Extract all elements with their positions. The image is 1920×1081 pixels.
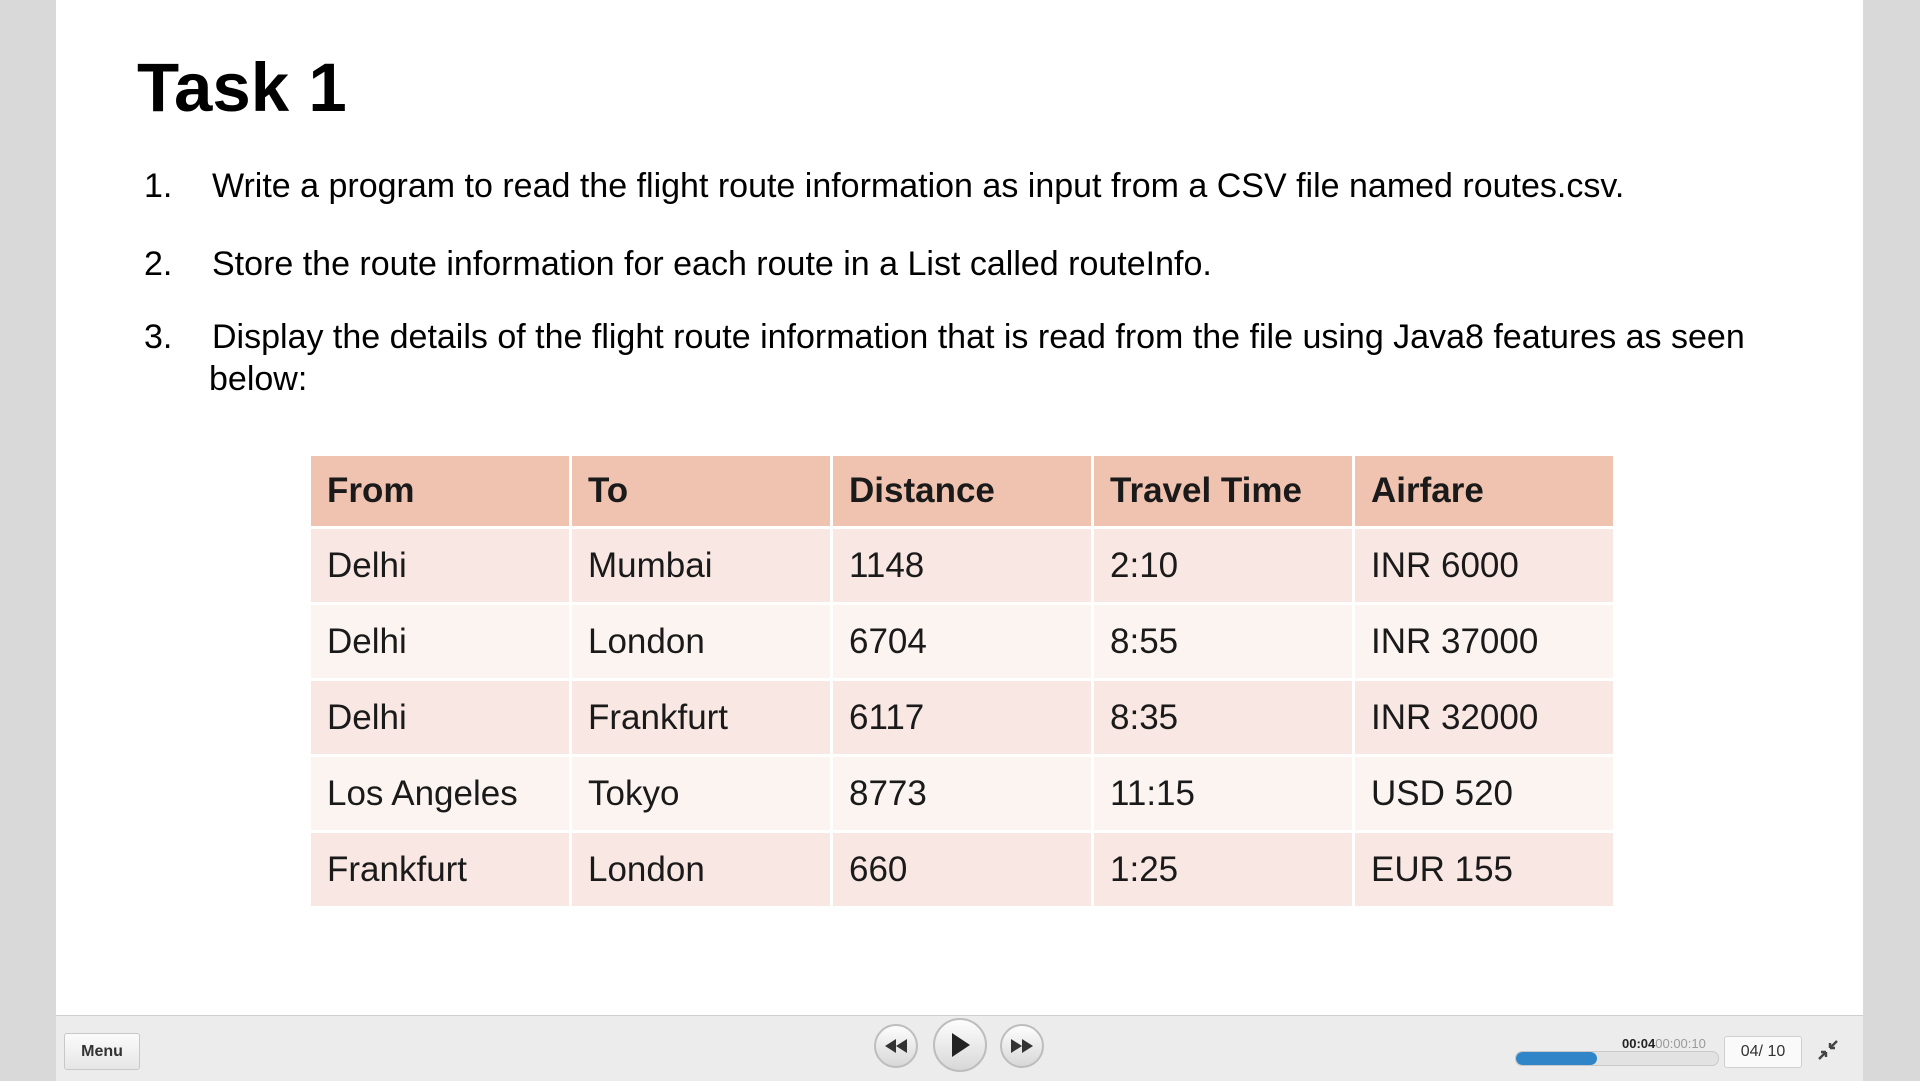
play-icon [952, 1033, 970, 1057]
time-current: 00:04 [1622, 1036, 1656, 1051]
table-cell: Tokyo [572, 754, 830, 830]
routes-table: From To Distance Travel Time Airfare Del… [308, 456, 1616, 906]
column-header-travel-time: Travel Time [1094, 456, 1352, 526]
time-total: 00:00:10 [1655, 1036, 1706, 1051]
column-header-to: To [572, 456, 830, 526]
table-cell: 11:15 [1094, 754, 1352, 830]
table-cell: USD 520 [1355, 754, 1613, 830]
collapse-icon [1818, 1040, 1838, 1060]
collapse-button[interactable] [1815, 1037, 1841, 1063]
table-cell: London [572, 830, 830, 906]
task-number: 1. [144, 167, 173, 205]
table-cell: 1:25 [1094, 830, 1352, 906]
table-cell: Delhi [311, 678, 569, 754]
task-text: Store the route information for each rou… [212, 245, 1212, 283]
table-cell: Frankfurt [572, 678, 830, 754]
slide-title: Task 1 [137, 49, 347, 126]
slide: Task 1 1. Write a program to read the fl… [56, 0, 1863, 1015]
table-cell: Mumbai [572, 526, 830, 602]
table-cell: Delhi [311, 602, 569, 678]
table-row: Delhi Frankfurt 6117 8:35 INR 32000 [311, 678, 1613, 754]
task-text: Display the details of the flight route … [209, 318, 1745, 398]
table-cell: London [572, 602, 830, 678]
task-number: 2. [144, 245, 173, 283]
table-cell: 8:55 [1094, 602, 1352, 678]
table-cell: EUR 155 [1355, 830, 1613, 906]
table-row: Los Angeles Tokyo 8773 11:15 USD 520 [311, 754, 1613, 830]
fast-forward-button[interactable] [1000, 1024, 1044, 1068]
menu-button[interactable]: Menu [64, 1033, 140, 1070]
table-cell: 1148 [833, 526, 1091, 602]
rewind-icon [885, 1039, 907, 1053]
page-indicator: 04/ 10 [1724, 1036, 1802, 1068]
table-cell: Frankfurt [311, 830, 569, 906]
column-header-from: From [311, 456, 569, 526]
table-cell: 660 [833, 830, 1091, 906]
player-bar: Menu 00:0400:00:10 04/ 10 [56, 1015, 1863, 1081]
fast-forward-icon [1011, 1039, 1033, 1053]
table-cell: 6117 [833, 678, 1091, 754]
column-header-distance: Distance [833, 456, 1091, 526]
table-cell: INR 37000 [1355, 602, 1613, 678]
task-text: Write a program to read the flight route… [212, 167, 1625, 205]
table-row: Delhi Mumbai 1148 2:10 INR 6000 [311, 526, 1613, 602]
table-cell: Los Angeles [311, 754, 569, 830]
play-button[interactable] [933, 1018, 987, 1072]
table-row: Frankfurt London 660 1:25 EUR 155 [311, 830, 1613, 906]
table-cell: INR 32000 [1355, 678, 1613, 754]
table-row: Delhi London 6704 8:55 INR 37000 [311, 602, 1613, 678]
table-cell: 8:35 [1094, 678, 1352, 754]
table-cell: 6704 [833, 602, 1091, 678]
progress-fill [1516, 1052, 1597, 1065]
table-cell: INR 6000 [1355, 526, 1613, 602]
progress-bar[interactable] [1515, 1051, 1719, 1066]
table-header-row: From To Distance Travel Time Airfare [311, 456, 1613, 526]
time-readout: 00:0400:00:10 [1622, 1036, 1706, 1051]
table-cell: 2:10 [1094, 526, 1352, 602]
task-number: 3. [144, 318, 173, 356]
table-cell: Delhi [311, 526, 569, 602]
column-header-airfare: Airfare [1355, 456, 1613, 526]
table-cell: 8773 [833, 754, 1091, 830]
rewind-button[interactable] [874, 1024, 918, 1068]
